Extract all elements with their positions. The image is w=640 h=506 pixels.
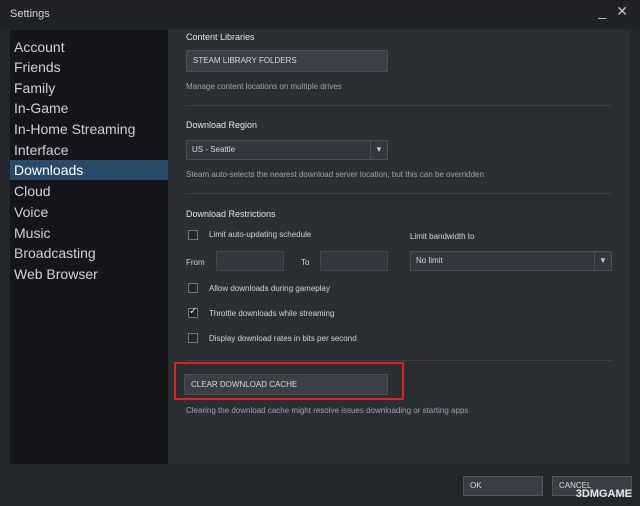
limit-auto-update-checkbox[interactable] xyxy=(188,230,198,240)
downloads-settings-panel: Content Libraries STEAM LIBRARY FOLDERS … xyxy=(168,30,630,464)
chevron-down-icon: ▼ xyxy=(370,141,387,159)
allow-gameplay-label: Allow downloads during gameplay xyxy=(209,284,330,293)
divider xyxy=(186,193,612,194)
sidebar-item-interface[interactable]: Interface xyxy=(10,140,168,160)
divider xyxy=(186,105,612,106)
download-restrictions-title: Download Restrictions xyxy=(186,209,276,219)
content-libraries-title: Content Libraries xyxy=(186,32,255,42)
watermark-logo: 3DMGAME xyxy=(575,488,632,500)
download-region-value: US - Seattle xyxy=(192,145,236,154)
close-button[interactable]: ✕ xyxy=(616,3,628,20)
to-label: To xyxy=(301,258,310,267)
allow-gameplay-checkbox[interactable] xyxy=(188,283,198,293)
steam-library-folders-button[interactable]: STEAM LIBRARY FOLDERS xyxy=(186,50,388,72)
sidebar-item-music[interactable]: Music xyxy=(10,223,168,243)
display-bits-checkbox[interactable] xyxy=(188,333,198,343)
sidebar-item-in-home-streaming[interactable]: In-Home Streaming xyxy=(10,119,168,139)
bandwidth-limit-select[interactable]: No limit ▼ xyxy=(410,251,612,271)
sidebar-item-account[interactable]: Account xyxy=(10,37,168,57)
minimize-button[interactable]: _ xyxy=(598,3,606,20)
settings-sidebar: Account Friends Family In-Game In-Home S… xyxy=(10,30,168,464)
sidebar-item-broadcasting[interactable]: Broadcasting xyxy=(10,243,168,263)
throttle-streaming-checkbox[interactable] xyxy=(188,306,198,318)
bandwidth-limit-value: No limit xyxy=(416,256,443,265)
ok-button[interactable]: OK xyxy=(463,476,543,496)
sidebar-item-cloud[interactable]: Cloud xyxy=(10,181,168,201)
title-bar: Settings _ ✕ xyxy=(0,0,640,28)
from-time-input[interactable] xyxy=(216,251,284,271)
download-region-title: Download Region xyxy=(186,120,258,130)
divider xyxy=(186,360,612,361)
bandwidth-label: Limit bandwidth to xyxy=(410,232,475,241)
sidebar-item-web-browser[interactable]: Web Browser xyxy=(10,264,168,284)
chevron-down-icon: ▼ xyxy=(594,252,611,270)
download-region-select[interactable]: US - Seattle ▼ xyxy=(186,140,388,160)
sidebar-item-friends[interactable]: Friends xyxy=(10,57,168,77)
download-region-desc: Steam auto-selects the nearest download … xyxy=(186,170,484,179)
throttle-streaming-label: Throttle downloads while streaming xyxy=(209,309,335,318)
window-controls: _ ✕ xyxy=(598,3,628,20)
display-bits-label: Display download rates in bits per secon… xyxy=(209,334,357,343)
limit-auto-update-label: Limit auto-updating schedule xyxy=(209,230,312,239)
sidebar-item-downloads[interactable]: Downloads xyxy=(10,160,168,180)
from-label: From xyxy=(186,258,205,267)
sidebar-item-family[interactable]: Family xyxy=(10,78,168,98)
window-title: Settings xyxy=(10,8,50,20)
settings-window: Settings _ ✕ Account Friends Family In-G… xyxy=(0,0,640,506)
sidebar-item-voice[interactable]: Voice xyxy=(10,202,168,222)
content-libraries-desc: Manage content locations on multiple dri… xyxy=(186,82,342,91)
to-time-input[interactable] xyxy=(320,251,388,271)
clear-download-cache-button[interactable]: CLEAR DOWNLOAD CACHE xyxy=(184,374,388,395)
clear-cache-desc: Clearing the download cache might resolv… xyxy=(186,406,469,415)
sidebar-item-in-game[interactable]: In-Game xyxy=(10,98,168,118)
